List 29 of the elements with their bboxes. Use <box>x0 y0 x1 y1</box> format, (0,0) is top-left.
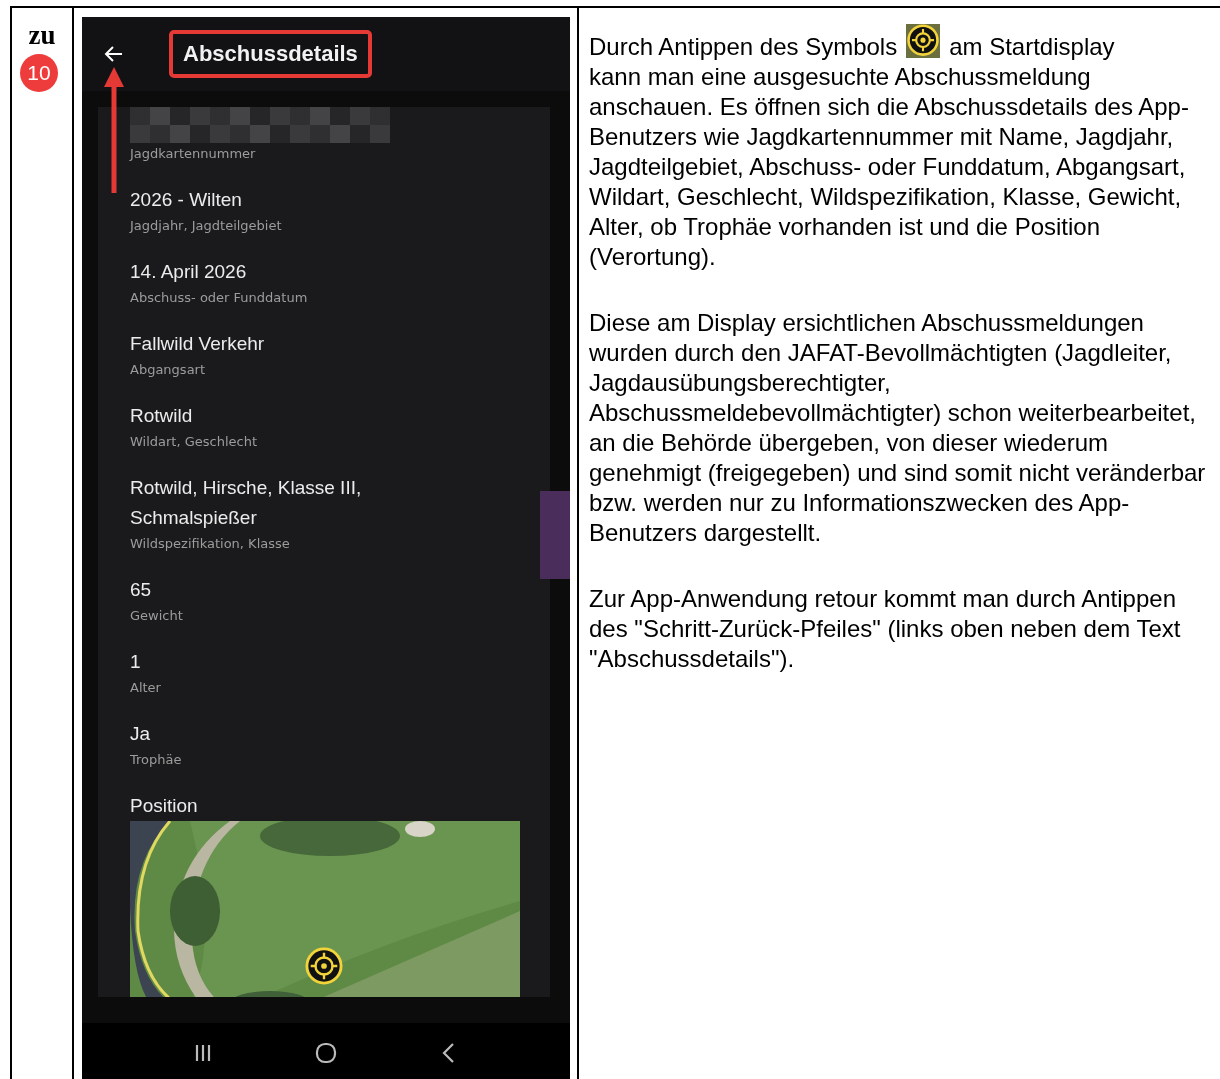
field-label: Abgangsart <box>130 361 206 379</box>
field-label: Alter <box>130 679 161 697</box>
target-marker-icon <box>904 24 943 58</box>
field-value: Rotwild <box>130 404 193 428</box>
field-value: 14. April 2026 <box>130 260 247 284</box>
field-value: Rotwild, Hirsche, Klasse III, Schmalspießer <box>130 476 363 530</box>
field-label: Jagdjahr, Jagdteilgebiet <box>130 217 282 235</box>
paragraph-text: Diese am Display ersichtlichen Abschussmeldungen wurden durch den JAFAT-Bevollmächtigten (Jagdleiter, Jagdausübungsberechtigter, Abschussmeldebevollmächtigter) schon weiterbearbeitet, an die Behörde übergeben, von dieser wiederum genehmigt (freigegeben) und sind somit nicht veränderbar bzw. werden nur zu Informationszwecken des App-Benutzers dargestellt. <box>589 308 1207 548</box>
field-value: Ja <box>130 722 151 746</box>
field-value: 65 <box>130 578 152 602</box>
target-marker-icon <box>305 947 343 985</box>
field-label: Abschuss- oder Funddatum <box>130 289 308 307</box>
step-number-badge: 10 <box>20 54 58 92</box>
paragraph-text: kann man eine ausgesuchte Abschussmeldung anschauen. Es öffnen sich die Abschussdetails des App-Benutzers wie Jagdkartennummer mit Name, Jagdjahr, Jagdteilgebiet, Abschuss- oder Funddatum, Abgangsart, Wildart, Geschlecht, Wildspezifikation, Klasse, Gewicht, Alter, ob Trophäe vorhanden ist und die Position (Verortung). <box>589 62 1190 272</box>
home-icon[interactable] <box>315 1041 337 1064</box>
paragraph-text: am Startdisplay <box>949 32 1115 62</box>
field-value: Fallwild Verkehr <box>130 332 265 356</box>
paragraph-text: Durch Antippen des Symbols <box>589 32 898 62</box>
paragraph-text: Zur App-Anwendung retour kommt man durch Antippen des "Schritt-Zurück-Pfeiles" (links oben neben dem Text "Abschussdetails"). <box>589 584 1182 674</box>
field-label: Wildart, Geschlecht <box>130 433 258 451</box>
field-label: Trophäe <box>130 751 182 769</box>
field-label: Gewicht <box>130 607 183 625</box>
field-label: Jagdkartennummer <box>130 145 256 163</box>
field-value: Position <box>130 794 198 818</box>
field-label: Wildspezifikation, Klasse <box>130 535 290 553</box>
screen-title: Abschussdetails <box>169 30 372 78</box>
field-value: 1 <box>130 650 141 674</box>
field-value: 2026 - Wilten <box>130 188 242 212</box>
step-prefix: zu <box>28 22 56 48</box>
